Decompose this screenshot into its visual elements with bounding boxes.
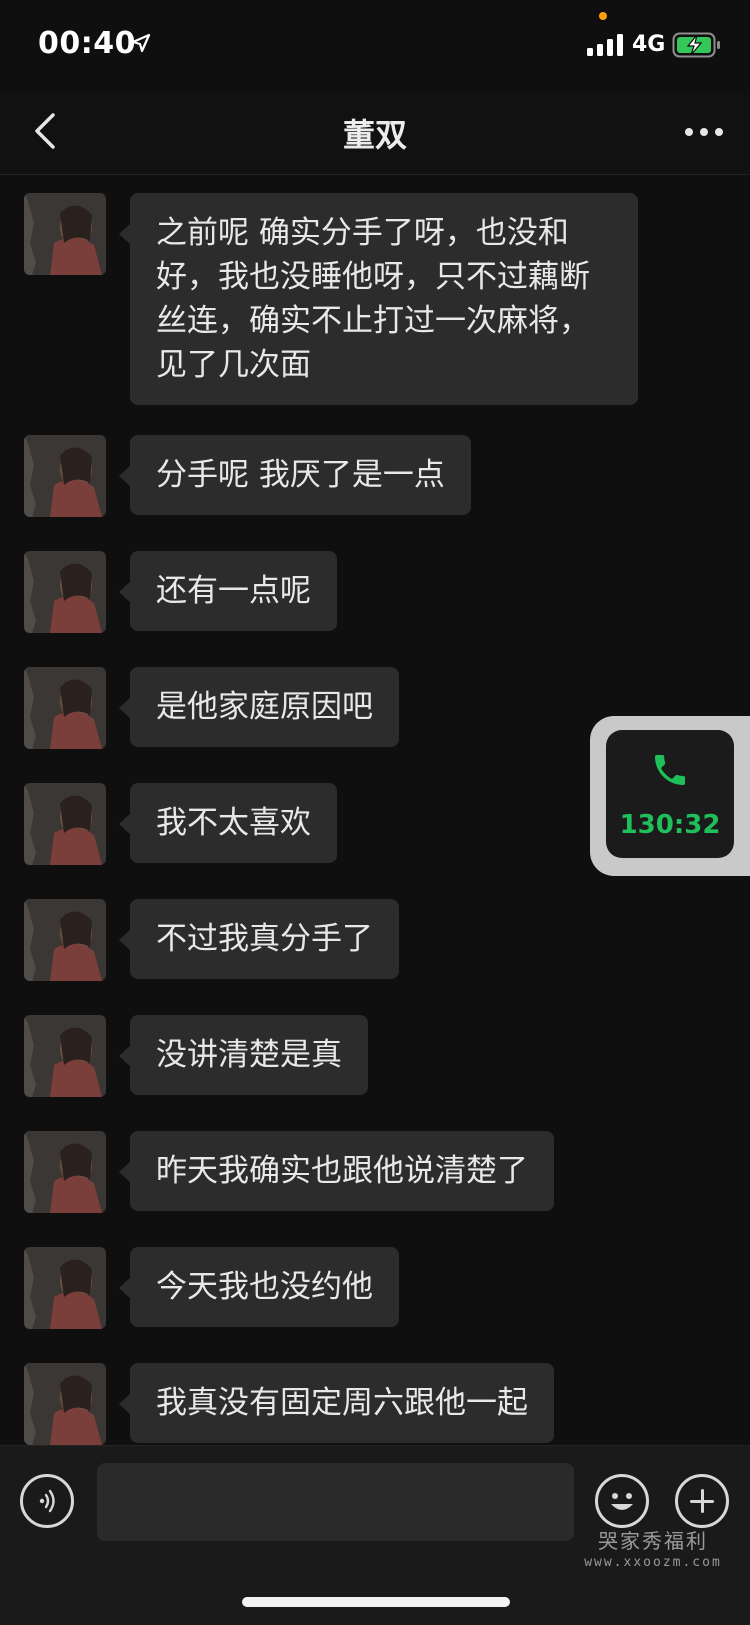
emoji-button[interactable] <box>595 1474 649 1528</box>
call-duration: 130:32 <box>619 810 721 840</box>
emoji-icon <box>611 1493 633 1510</box>
watermark-title: 哭家秀福利 <box>598 1529 708 1553</box>
message-bubble[interactable]: 不过我真分手了 <box>119 899 399 979</box>
more-dots-icon <box>685 128 723 136</box>
avatar-photo <box>24 551 106 633</box>
network-type: 4G <box>632 32 666 57</box>
contact-avatar[interactable] <box>24 1363 106 1445</box>
home-indicator[interactable] <box>242 1597 510 1607</box>
call-widget-panel[interactable]: 130:32 <box>606 730 734 858</box>
message-bubble[interactable]: 分手呢 我厌了是一点 <box>119 435 471 515</box>
contact-avatar[interactable] <box>24 667 106 749</box>
more-options-button[interactable] <box>678 112 730 152</box>
battery-charging-icon <box>672 32 720 58</box>
message-bubble[interactable]: 还有一点呢 <box>119 551 337 631</box>
contact-avatar[interactable] <box>24 1131 106 1213</box>
message-text-input[interactable] <box>97 1463 574 1541</box>
status-bar: 00:40 4G <box>0 0 750 90</box>
contact-avatar[interactable] <box>24 193 106 275</box>
location-arrow-icon <box>131 33 151 53</box>
avatar-photo <box>24 435 106 517</box>
privacy-indicator-dot <box>599 12 607 20</box>
chat-header: 董双 <box>0 90 750 175</box>
contact-avatar[interactable] <box>24 783 106 865</box>
voice-input-button[interactable] <box>20 1474 74 1528</box>
add-attachment-button[interactable] <box>675 1474 729 1528</box>
message-bubble[interactable]: 今天我也没约他 <box>119 1247 399 1327</box>
message-bubble[interactable]: 没讲清楚是真 <box>119 1015 368 1095</box>
contact-avatar[interactable] <box>24 435 106 517</box>
message-bubble[interactable]: 昨天我确实也跟他说清楚了 <box>119 1131 554 1211</box>
avatar-photo <box>24 1131 106 1213</box>
contact-avatar[interactable] <box>24 1015 106 1097</box>
avatar-photo <box>24 783 106 865</box>
cellular-signal-icon <box>587 34 623 56</box>
avatar-photo <box>24 667 106 749</box>
message-bubble[interactable]: 之前呢 确实分手了呀，也没和好，我也没睡他呀，只不过藕断丝连，确实不止打过一次麻… <box>119 193 638 405</box>
contact-avatar[interactable] <box>24 1247 106 1329</box>
avatar-photo <box>24 1247 106 1329</box>
watermark-url: www.xxoozm.com <box>584 1555 722 1570</box>
phone-icon <box>655 755 685 785</box>
voice-icon <box>39 1489 55 1513</box>
avatar-photo <box>24 193 106 275</box>
message-bubble[interactable]: 我不太喜欢 <box>119 783 337 863</box>
chat-title: 董双 <box>342 116 407 154</box>
avatar-photo <box>24 899 106 981</box>
message-bubble[interactable]: 是他家庭原因吧 <box>119 667 399 747</box>
avatar-photo <box>24 1015 106 1097</box>
status-time: 00:40 <box>38 26 136 61</box>
contact-avatar[interactable] <box>24 899 106 981</box>
watermark: 哭家秀福利 www.xxoozm.com <box>568 1528 738 1572</box>
floating-call-widget[interactable]: 130:32 <box>590 716 750 876</box>
contact-avatar[interactable] <box>24 551 106 633</box>
message-bubble[interactable]: 我真没有固定周六跟他一起 <box>119 1363 554 1443</box>
avatar-photo <box>24 1363 106 1445</box>
